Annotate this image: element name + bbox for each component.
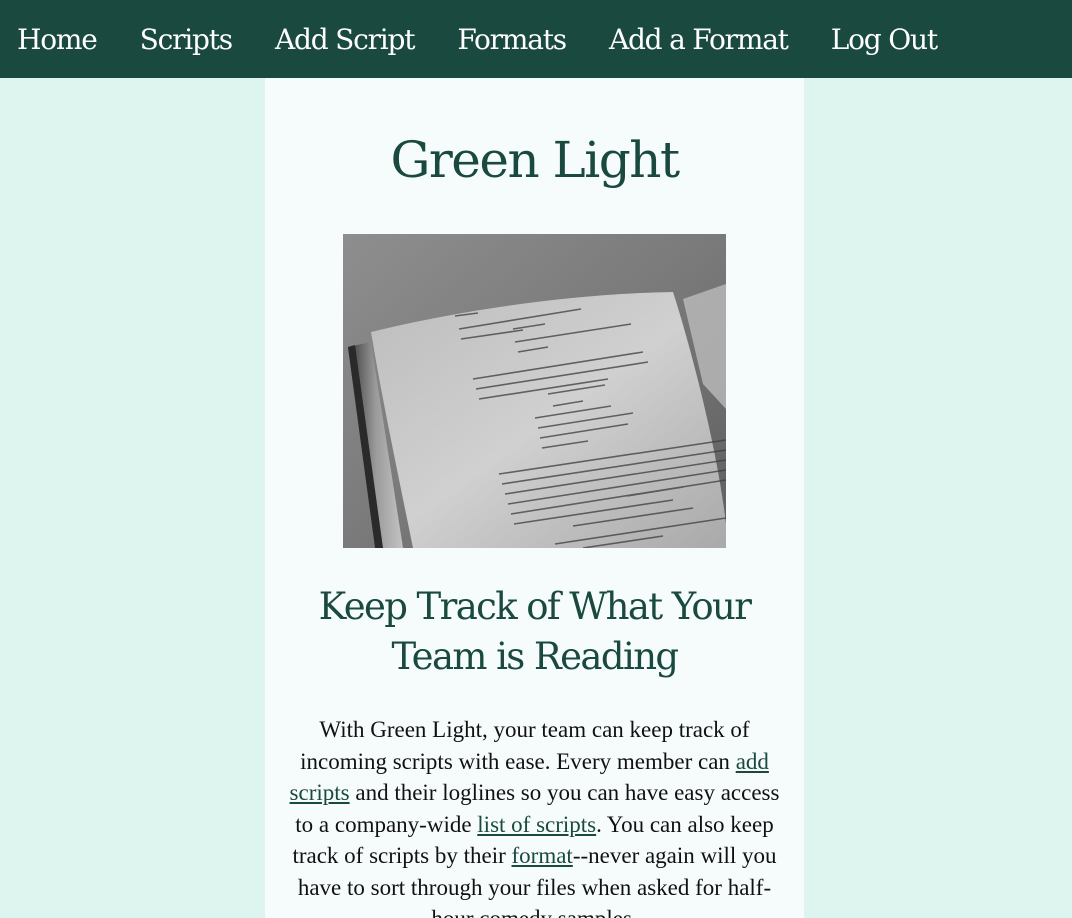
screenplay-book-illustration [343, 234, 726, 548]
top-navbar: Home Scripts Add Script Formats Add a Fo… [0, 0, 1072, 78]
nav-log-out-link[interactable]: Log Out [831, 23, 938, 56]
intro-paragraph: With Green Light, your team can keep tra… [280, 714, 789, 918]
format-link[interactable]: format [512, 843, 573, 868]
list-of-scripts-link[interactable]: list of scripts [477, 812, 596, 837]
nav-formats-link[interactable]: Formats [457, 23, 567, 56]
page-title: Green Light [390, 131, 680, 189]
main-content: Green Light Keep Track of What Your Team… [265, 78, 804, 918]
nav-add-script-link[interactable]: Add Script [275, 23, 416, 56]
intro-text-part1: With Green Light, your team can keep tra… [300, 717, 750, 774]
nav-add-format-link[interactable]: Add a Format [609, 23, 789, 56]
nav-home-link[interactable]: Home [17, 23, 98, 56]
hero-image-screenplay-book [343, 234, 726, 548]
nav-scripts-link[interactable]: Scripts [140, 23, 234, 56]
page-subtitle: Keep Track of What Your Team is Reading [318, 585, 752, 678]
